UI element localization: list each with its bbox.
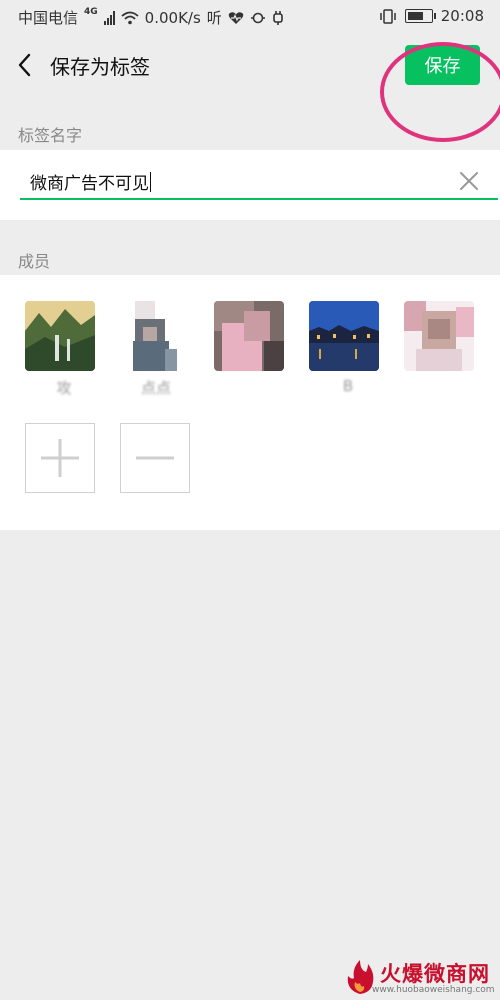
heart-pulse-icon — [228, 11, 244, 24]
add-member-button[interactable] — [25, 423, 95, 493]
status-bar: 中国电信 4G 0.00K/s 听 20:08 — [0, 0, 500, 34]
battery-icon — [404, 9, 436, 23]
member-name: 点点 — [140, 379, 171, 397]
minus-icon — [136, 456, 174, 460]
tag-name-label: 标签名字 — [18, 126, 83, 145]
clock: 20:08 — [440, 7, 484, 25]
avatar — [25, 301, 95, 371]
vibrate-icon — [380, 8, 396, 24]
members-panel: 攻 点点 B — [0, 275, 500, 530]
member-name: 攻 — [56, 379, 72, 397]
wifi-icon — [121, 11, 139, 24]
text-caret — [150, 172, 151, 192]
avatar — [404, 301, 474, 371]
plus-icon — [41, 439, 79, 477]
avatar — [309, 301, 379, 371]
watermark-url: www.huobaoweishang.com — [372, 985, 495, 995]
member-item[interactable]: 点点 — [117, 301, 197, 398]
network-speed: 0.00K/s — [144, 8, 201, 27]
remove-member-button[interactable] — [120, 423, 190, 493]
members-label: 成员 — [18, 252, 51, 271]
carrier-label: 中国电信 — [18, 9, 79, 27]
usb-icon — [272, 11, 283, 25]
member-item[interactable]: B — [309, 301, 389, 395]
watermark-title: 火爆微商网 — [380, 962, 490, 986]
header: 保存为标签 保存 — [0, 34, 500, 142]
tag-name-value: 微商广告不可见 — [30, 174, 149, 194]
clear-icon[interactable] — [458, 170, 480, 192]
member-name: B — [342, 377, 354, 395]
avatar — [214, 301, 284, 371]
member-item[interactable] — [214, 301, 294, 377]
avatar — [121, 301, 183, 371]
network-type: 4G — [84, 6, 98, 17]
page-title: 保存为标签 — [50, 55, 150, 79]
member-item[interactable] — [404, 301, 484, 377]
save-button[interactable]: 保存 — [405, 45, 480, 85]
watermark: 火爆微商网 www.huobaoweishang.com — [342, 958, 495, 996]
ting-icon: 听 — [206, 9, 222, 27]
tag-name-field[interactable]: 微商广告不可见 — [0, 150, 500, 220]
signal-icon — [103, 10, 115, 25]
back-arrow-icon[interactable] — [14, 51, 38, 79]
member-item[interactable]: 攻 — [25, 301, 105, 398]
input-underline — [20, 198, 498, 200]
sync-icon — [250, 12, 265, 23]
tag-name-input[interactable]: 微商广告不可见 — [30, 169, 151, 194]
